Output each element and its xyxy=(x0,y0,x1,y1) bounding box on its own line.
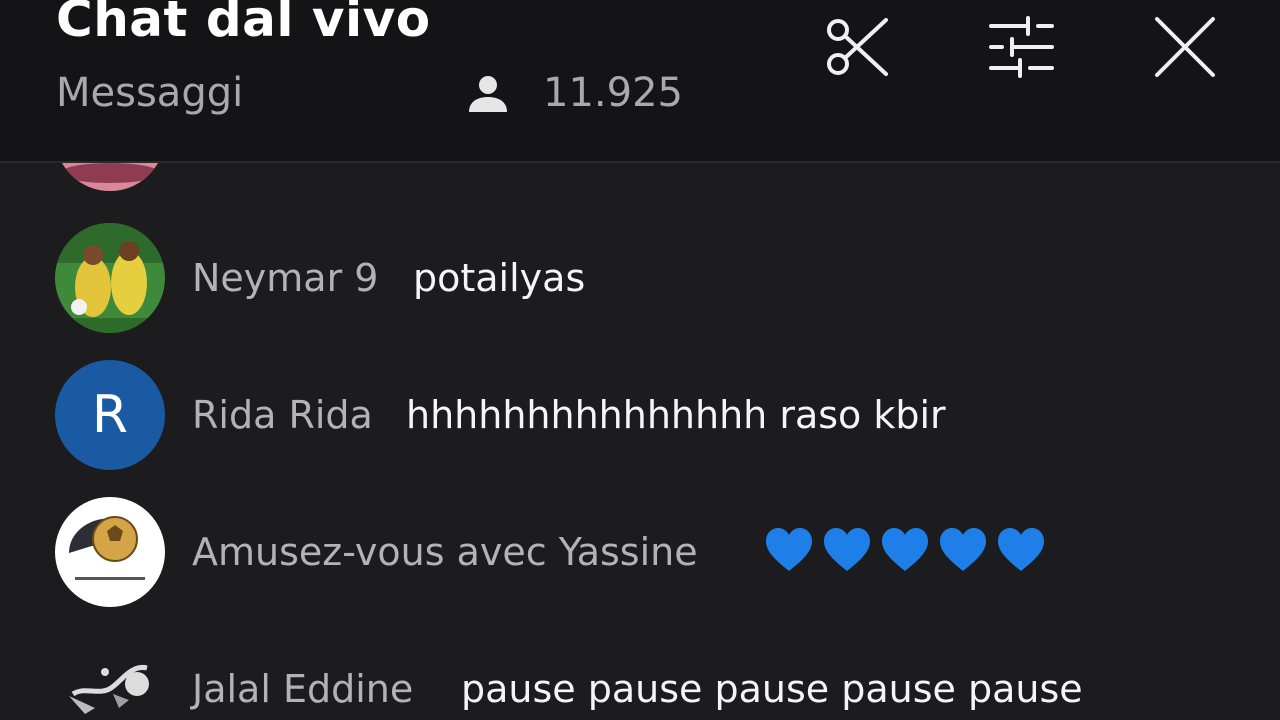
avatar[interactable] xyxy=(55,163,165,191)
viewer-count: 11.925 xyxy=(543,70,683,116)
chat-message xyxy=(0,163,1280,191)
avatar[interactable] xyxy=(55,497,165,607)
emoji-group xyxy=(764,525,1054,581)
blue-heart-icon xyxy=(940,528,986,571)
avatar[interactable] xyxy=(55,223,165,333)
message-text: pause pause pause pause pause xyxy=(461,667,1083,711)
chat-message-list[interactable]: Neymar 9 potailyas R Rida Rida hhhhhhhhh… xyxy=(0,163,1280,720)
filter-button[interactable] xyxy=(986,12,1056,82)
avatar[interactable] xyxy=(55,634,165,720)
chat-message: Amusez-vous avec Yassine xyxy=(0,497,1280,607)
chat-message: Jalal Eddine pause pause pause pause pau… xyxy=(0,634,1280,720)
chat-header: Chat dal vivo Messaggi 11.925 xyxy=(0,0,1280,163)
messages-dropdown[interactable]: Messaggi xyxy=(56,68,243,118)
clip-button[interactable] xyxy=(822,12,892,82)
tune-sliders-icon xyxy=(989,16,1054,78)
message-text: hhhhhhhhhhhhhhh raso kbir xyxy=(406,393,946,437)
blue-heart-icon xyxy=(882,528,928,571)
author-name[interactable]: Amusez-vous avec Yassine xyxy=(192,527,698,577)
blue-heart-icon xyxy=(998,528,1044,571)
author-name[interactable]: Rida Rida xyxy=(192,390,373,440)
author-name[interactable]: Jalal Eddine xyxy=(192,664,413,714)
chat-message: Neymar 9 potailyas xyxy=(0,223,1280,333)
message-text: potailyas xyxy=(413,256,586,300)
blue-heart-icon xyxy=(824,528,870,571)
author-name[interactable]: Neymar 9 xyxy=(192,253,378,303)
person-icon xyxy=(469,76,507,112)
scissors-icon xyxy=(827,18,888,76)
chat-message: R Rida Rida hhhhhhhhhhhhhhh raso kbir xyxy=(0,360,1280,470)
avatar-letter: R xyxy=(91,385,129,445)
close-button[interactable] xyxy=(1150,12,1220,82)
avatar[interactable]: R xyxy=(55,360,165,470)
close-icon xyxy=(1155,17,1215,77)
page-title: Chat dal vivo xyxy=(56,0,431,48)
blue-heart-icon xyxy=(766,528,812,571)
